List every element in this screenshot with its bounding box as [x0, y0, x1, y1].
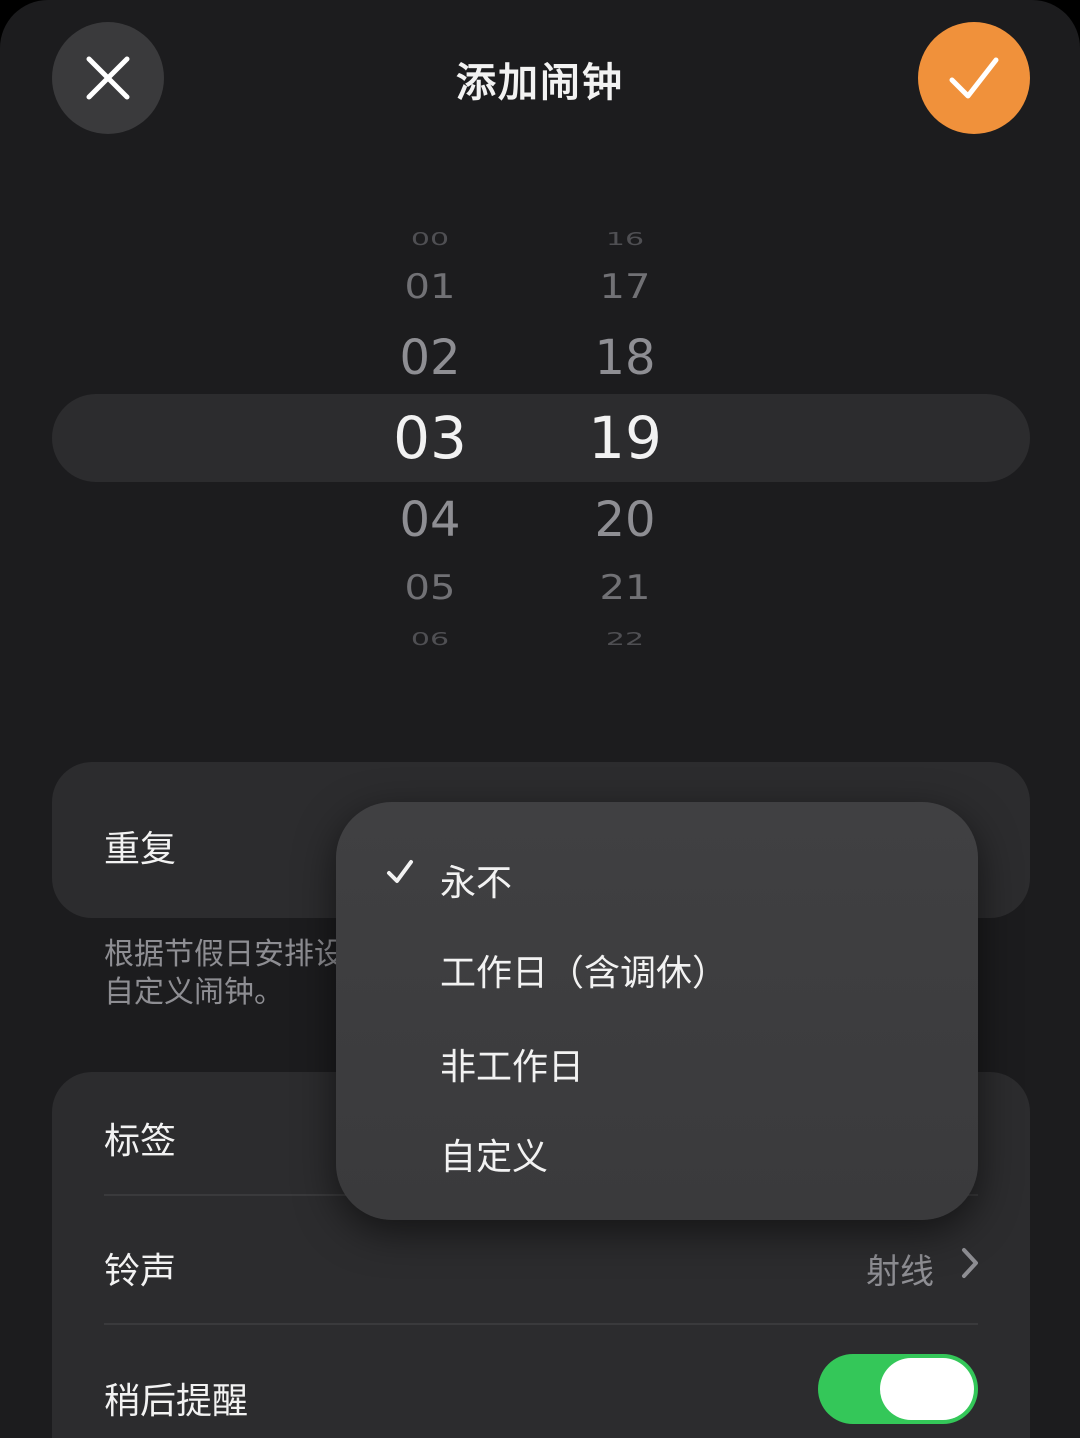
hour-option[interactable]: 02 — [360, 330, 500, 386]
label-row-label: 标签 — [104, 1121, 177, 1162]
hour-option[interactable]: 06 — [360, 629, 500, 650]
menu-item-workdays[interactable]: 工作日（含调休） — [440, 944, 728, 996]
toggle-knob — [880, 1358, 974, 1420]
checkmark-icon — [949, 57, 999, 99]
repeat-label: 重复 — [104, 829, 177, 870]
ringtone-row-label: 铃声 — [104, 1251, 177, 1292]
minute-option[interactable]: 16 — [555, 229, 695, 250]
picker-selection-highlight — [52, 394, 1030, 482]
checkmark-icon — [387, 860, 413, 883]
snooze-toggle[interactable] — [818, 1354, 978, 1424]
ringtone-value: 射线 — [866, 1252, 934, 1292]
snooze-row-label: 稍后提醒 — [104, 1381, 249, 1422]
repeat-options-menu: 永不 工作日（含调休） 非工作日 自定义 — [336, 802, 978, 1220]
minute-selected[interactable]: 19 — [555, 404, 695, 472]
menu-item-non-workdays[interactable]: 非工作日 — [440, 1038, 584, 1090]
minute-option[interactable]: 18 — [555, 330, 695, 386]
confirm-button[interactable] — [918, 22, 1030, 134]
minute-option[interactable]: 17 — [555, 267, 695, 306]
alarm-editor-screen: 添加闹钟 00 01 02 03 04 05 06 16 17 18 19 20… — [0, 0, 1080, 1438]
minute-option[interactable]: 22 — [555, 629, 695, 650]
hour-option[interactable]: 04 — [360, 492, 500, 548]
menu-item-never[interactable]: 永不 — [440, 854, 512, 906]
hour-selected[interactable]: 03 — [360, 404, 500, 472]
minute-option[interactable]: 21 — [555, 568, 695, 607]
hour-option[interactable]: 05 — [360, 568, 500, 607]
hour-option[interactable]: 00 — [360, 229, 500, 250]
menu-item-custom[interactable]: 自定义 — [440, 1128, 548, 1180]
hour-option[interactable]: 01 — [360, 267, 500, 306]
minute-option[interactable]: 20 — [555, 492, 695, 548]
chevron-right-icon — [962, 1248, 978, 1278]
